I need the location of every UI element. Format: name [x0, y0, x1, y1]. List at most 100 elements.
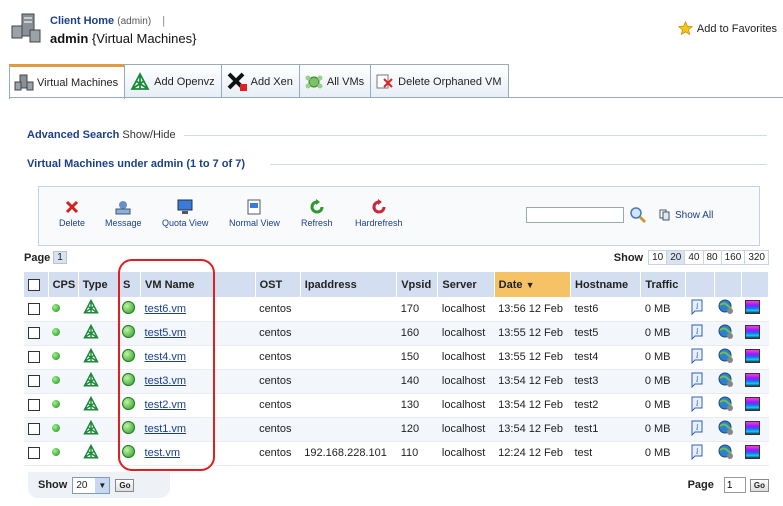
hardrefresh-button[interactable]: Hardrefresh — [355, 199, 403, 228]
globe-manage-icon[interactable] — [718, 372, 734, 388]
delete-button[interactable]: Delete — [59, 199, 85, 228]
col-vpsid[interactable]: Vpsid — [396, 272, 439, 297]
page-number-input[interactable] — [723, 477, 746, 493]
tab-virtual-machines[interactable]: Virtual Machines — [9, 64, 126, 99]
show-all-button[interactable]: Show All — [659, 209, 713, 221]
tab-add-xen[interactable]: Add Xen — [220, 64, 300, 98]
quota-view-label: Quota View — [162, 218, 209, 228]
col-vm-name[interactable]: VM Name — [140, 272, 256, 297]
type-cell — [78, 321, 119, 346]
col-hostname[interactable]: Hostname — [570, 272, 642, 297]
traffic-graph-icon[interactable] — [745, 372, 761, 387]
tab-all-vms[interactable]: All VMs — [298, 64, 372, 98]
row-checkbox[interactable] — [28, 327, 40, 340]
vm-name-link[interactable]: test3.vm — [145, 375, 187, 387]
page-title: admin {Virtual Machines} — [50, 31, 196, 46]
traffic-graph-icon[interactable] — [745, 324, 761, 339]
running-status-icon — [122, 421, 136, 434]
message-label: Message — [105, 218, 142, 228]
vm-name-link[interactable]: test2.vm — [145, 399, 187, 411]
page-size-160[interactable]: 160 — [720, 250, 746, 265]
vm-name-link[interactable]: test4.vm — [145, 351, 187, 363]
row-checkbox[interactable] — [28, 447, 40, 460]
tab-label: Virtual Machines — [37, 77, 119, 89]
info-cell: i — [685, 297, 715, 322]
traffic-graph-icon[interactable] — [745, 300, 761, 315]
col-date[interactable]: Date ▼ — [494, 272, 572, 297]
status-cell — [118, 393, 141, 418]
ipaddress-cell — [300, 417, 397, 442]
add-to-favorites-link[interactable]: Add to Favorites — [677, 21, 777, 36]
page-size-select[interactable]: 20 ▼ — [72, 476, 111, 494]
tab-delete-orphaned-vm[interactable]: Delete Orphaned VM — [370, 64, 509, 98]
globe-manage-icon[interactable] — [718, 348, 734, 364]
col-ipaddress[interactable]: Ipaddress — [300, 272, 398, 297]
advanced-search-toggle[interactable]: Show/Hide — [122, 129, 175, 141]
page-size-80[interactable]: 80 — [702, 250, 722, 265]
hostname-cell: test — [570, 441, 641, 466]
col-ost[interactable]: OST — [255, 272, 301, 297]
current-page[interactable]: 1 — [53, 251, 67, 264]
row-select-cell — [24, 321, 49, 346]
globe-manage-icon[interactable] — [718, 420, 734, 436]
info-icon[interactable]: i — [689, 348, 705, 364]
info-cell: i — [685, 369, 715, 394]
row-checkbox[interactable] — [28, 399, 40, 412]
col-traffic[interactable]: Traffic — [640, 272, 686, 297]
vm-name-cell: test5.vm — [140, 321, 256, 346]
vm-name-link[interactable]: test6.vm — [145, 303, 187, 315]
manage-cell — [714, 441, 742, 466]
tab-label: Add Xen — [250, 75, 293, 88]
row-checkbox[interactable] — [28, 351, 40, 364]
select-all-checkbox[interactable] — [28, 278, 40, 291]
row-checkbox[interactable] — [28, 302, 40, 315]
col-cps[interactable]: CPS — [48, 272, 79, 297]
traffic-graph-icon[interactable] — [745, 444, 761, 459]
message-button[interactable]: Message — [105, 199, 142, 228]
globe-manage-icon[interactable] — [718, 299, 734, 315]
vm-name-link[interactable]: test5.vm — [145, 327, 187, 339]
refresh-icon — [310, 199, 324, 214]
client-home-link[interactable]: Client Home — [50, 15, 114, 27]
page-size-10[interactable]: 10 — [648, 250, 668, 265]
page-header: Client Home (admin) | admin {Virtual Mac… — [0, 0, 783, 62]
normal-view-button[interactable]: Normal View — [229, 199, 280, 228]
info-icon[interactable]: i — [689, 372, 705, 388]
col-server[interactable]: Server — [437, 272, 495, 297]
info-icon[interactable]: i — [689, 420, 705, 436]
advanced-search-link[interactable]: Advanced Search — [27, 129, 119, 141]
openvz-type-icon — [83, 443, 100, 458]
status-cell — [118, 441, 141, 466]
search-icon[interactable] — [629, 206, 647, 224]
col-status[interactable]: S — [118, 272, 142, 297]
col-type[interactable]: Type — [78, 272, 119, 297]
row-checkbox[interactable] — [28, 375, 40, 388]
go-button[interactable]: Go — [749, 478, 769, 492]
globe-manage-icon[interactable] — [718, 324, 734, 340]
vm-name-link[interactable]: test.vm — [145, 447, 180, 459]
vm-name-link[interactable]: test1.vm — [145, 423, 187, 435]
page-size-20[interactable]: 20 — [666, 250, 686, 265]
table-row: test5.vm centos 160 localhost 13:55 12 F… — [24, 321, 769, 346]
virtual-machines-icon — [14, 74, 34, 91]
globe-manage-icon[interactable] — [718, 396, 734, 412]
globe-manage-icon[interactable] — [718, 444, 734, 460]
traffic-graph-icon[interactable] — [745, 420, 761, 435]
page-size-320[interactable]: 320 — [744, 250, 769, 265]
refresh-button[interactable]: Refresh — [301, 199, 333, 228]
info-icon[interactable]: i — [689, 396, 705, 412]
info-icon[interactable]: i — [689, 299, 705, 316]
search-input[interactable] — [526, 207, 624, 223]
tab-add-openvz[interactable]: Add Openvz — [124, 64, 222, 98]
info-icon[interactable]: i — [689, 444, 705, 460]
tab-label: Delete Orphaned VM — [398, 75, 502, 88]
row-checkbox[interactable] — [28, 423, 40, 436]
go-button[interactable]: Go — [115, 478, 135, 492]
delete-icon — [65, 200, 79, 214]
traffic-graph-icon[interactable] — [745, 396, 761, 411]
info-icon[interactable]: i — [689, 324, 705, 340]
page-size-40[interactable]: 40 — [684, 250, 704, 265]
svg-text:i: i — [696, 375, 699, 384]
quota-view-button[interactable]: Quota View — [162, 199, 208, 228]
traffic-graph-icon[interactable] — [745, 348, 761, 363]
